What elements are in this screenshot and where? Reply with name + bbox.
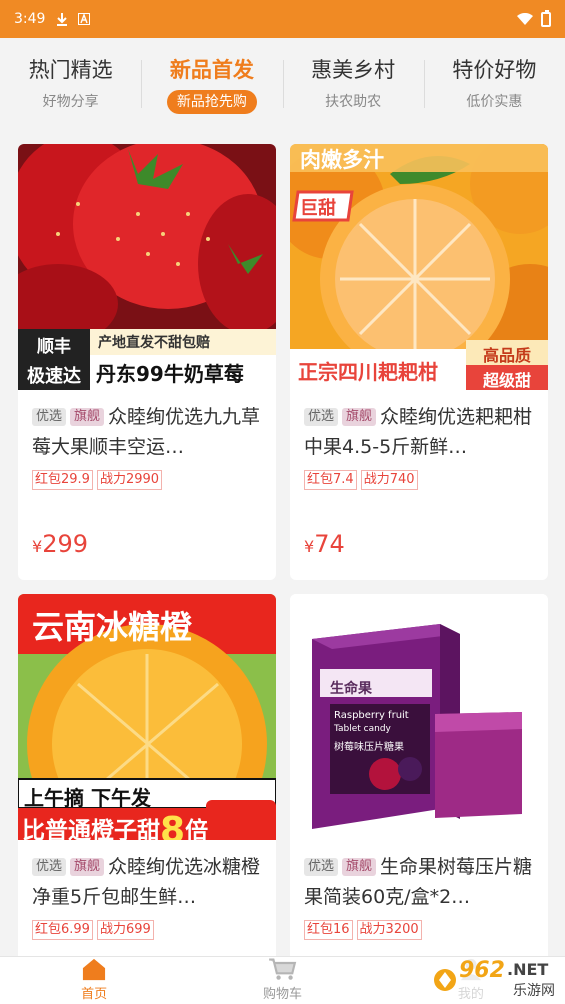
- tab-home[interactable]: 首页: [0, 957, 188, 1004]
- home-icon: [83, 958, 106, 981]
- tab-hot-picks[interactable]: 热门精选 好物分享: [0, 38, 141, 130]
- product-name-cn: 树莓味压片糖果: [334, 742, 404, 753]
- image-headline: 云南冰糖橙: [32, 608, 193, 646]
- shipping-badge: 顺丰: [37, 337, 71, 357]
- tab-cart-label: 购物车: [262, 987, 302, 1002]
- product-title: 优选 旗舰 众睦绚优选九九草莓大果顺丰空运…: [32, 402, 262, 462]
- tab-new-arrivals[interactable]: 新品首发 新品抢先购: [141, 38, 282, 130]
- image-slogan-text: 比普通橙子甜: [22, 818, 160, 840]
- image-headline: 丹东99牛奶草莓: [96, 362, 244, 386]
- status-bar: 3:49: [0, 0, 565, 38]
- product-image[interactable]: 顺丰 极速达 产地直发不甜包赔 丹东99牛奶草莓: [18, 144, 276, 390]
- watermark-domain: .NET: [507, 960, 549, 979]
- tab-rural[interactable]: 惠美乡村 扶农助农: [282, 38, 424, 130]
- product-card[interactable]: 肉嫩多汁 巨甜 正宗四川耙耙柑 高品质 超级甜 优选 旗舰 众睦绚优选耙耙柑中果4.…: [290, 144, 548, 580]
- tag-flagship: 旗舰: [342, 858, 377, 876]
- product-name-en: Raspberry fruit: [334, 710, 409, 721]
- status-time: 3:49: [14, 11, 46, 27]
- product-title: 优选 旗舰 生命果树莓压片糖果简装60克/盒*2…: [304, 852, 534, 912]
- tag-selected: 优选: [32, 858, 67, 876]
- watermark-name: 乐游网: [513, 983, 555, 999]
- product-image[interactable]: 肉嫩多汁 巨甜 正宗四川耙耙柑 高品质 超级甜: [290, 144, 548, 390]
- product-title-text: 众睦绚优选耙耙柑中果4.5-5斤新鲜…: [304, 406, 533, 458]
- power-chip: 战力699: [96, 920, 154, 940]
- sweet-badge: 超级甜: [482, 371, 531, 390]
- battery-icon: [541, 9, 551, 27]
- power-chip: 战力2990: [96, 470, 163, 490]
- product-price: ¥299: [32, 530, 262, 558]
- shipping-badge-sub: 极速达: [27, 366, 81, 387]
- product-image[interactable]: 云南冰糖橙 上午摘 下午发 比普通橙子甜8倍: [18, 594, 276, 840]
- product-title-text: 众睦绚优选冰糖橙净重5斤包邮生鲜…: [32, 856, 261, 908]
- product-price: ¥74: [304, 530, 534, 558]
- product-title: 优选 旗舰 众睦绚优选耙耙柑中果4.5-5斤新鲜…: [304, 402, 534, 462]
- tab-title: 惠美乡村: [311, 58, 396, 82]
- image-slogan-number: 8: [160, 810, 186, 840]
- tag-selected: 优选: [304, 858, 339, 876]
- product-name-sub: Tablet candy: [334, 724, 391, 734]
- product-title: 优选 旗舰 众睦绚优选冰糖橙净重5斤包邮生鲜…: [32, 852, 262, 912]
- tab-subtitle: 新品抢先购: [166, 90, 257, 114]
- red-packet-chip: 红包6.99: [32, 920, 93, 940]
- site-watermark: 962 .NET 乐游网: [431, 958, 559, 1002]
- currency-symbol: ¥: [304, 537, 315, 556]
- image-sticker: 巨甜: [300, 198, 336, 219]
- image-slogan: 比普通橙子甜8倍: [22, 810, 208, 840]
- wifi-icon: [517, 13, 533, 25]
- image-caption: 正宗四川耙耙柑: [298, 360, 438, 384]
- currency-symbol: ¥: [32, 537, 43, 556]
- price-value: 299: [42, 530, 88, 558]
- tab-title: 特价好物: [452, 58, 537, 82]
- tab-title: 新品首发: [169, 58, 254, 82]
- tag-selected: 优选: [304, 408, 339, 426]
- category-tabs: 热门精选 好物分享 新品首发 新品抢先购 惠美乡村 扶农助农 特价好物 低价实惠: [0, 38, 565, 130]
- image-caption: 上午摘 下午发: [24, 786, 151, 810]
- product-card[interactable]: 生命果 Raspberry fruit Tablet candy 树莓味压片糖果…: [290, 594, 548, 964]
- tab-subtitle: 好物分享: [42, 94, 99, 110]
- image-headline: 肉嫩多汁: [300, 148, 384, 172]
- tab-home-label: 首页: [81, 987, 108, 1002]
- watermark-number: 962: [459, 958, 505, 983]
- product-card[interactable]: 云南冰糖橙 上午摘 下午发 比普通橙子甜8倍 优选 旗舰 众睦绚优选冰糖橙净重5斤包…: [18, 594, 276, 964]
- power-chip: 战力3200: [356, 920, 422, 940]
- power-chip: 战力740: [360, 470, 418, 490]
- tab-subtitle: 低价实惠: [466, 94, 523, 110]
- image-slogan-suffix: 倍: [185, 818, 209, 840]
- tab-bargains[interactable]: 特价好物 低价实惠: [423, 38, 565, 130]
- price-value: 74: [314, 530, 345, 558]
- red-packet-chip: 红包7.4: [304, 470, 357, 490]
- product-title-text: 生命果树莓压片糖果简装60克/盒*2…: [304, 856, 533, 908]
- app-notification-icon: [77, 12, 91, 26]
- product-title-text: 众睦绚优选九九草莓大果顺丰空运…: [32, 406, 261, 458]
- image-caption: 产地直发不甜包赔: [98, 335, 210, 351]
- tab-subtitle: 扶农助农: [325, 94, 382, 110]
- tab-title: 热门精选: [28, 58, 113, 82]
- tab-cart[interactable]: 购物车: [188, 957, 376, 1004]
- tag-flagship: 旗舰: [342, 408, 377, 426]
- quality-badge: 高品质: [482, 346, 531, 365]
- download-icon: [55, 12, 69, 26]
- tag-selected: 优选: [32, 408, 67, 426]
- red-packet-chip: 红包29.9: [32, 470, 93, 490]
- brand-label: 生命果: [330, 681, 372, 697]
- tag-flagship: 旗舰: [70, 858, 105, 876]
- product-image[interactable]: 生命果 Raspberry fruit Tablet candy 树莓味压片糖果: [290, 594, 548, 840]
- product-card[interactable]: 顺丰 极速达 产地直发不甜包赔 丹东99牛奶草莓 优选 旗舰 众睦绚优选九九草莓大果…: [18, 144, 276, 580]
- tag-flagship: 旗舰: [70, 408, 105, 426]
- red-packet-chip: 红包16: [304, 920, 353, 940]
- cart-icon: [269, 958, 297, 980]
